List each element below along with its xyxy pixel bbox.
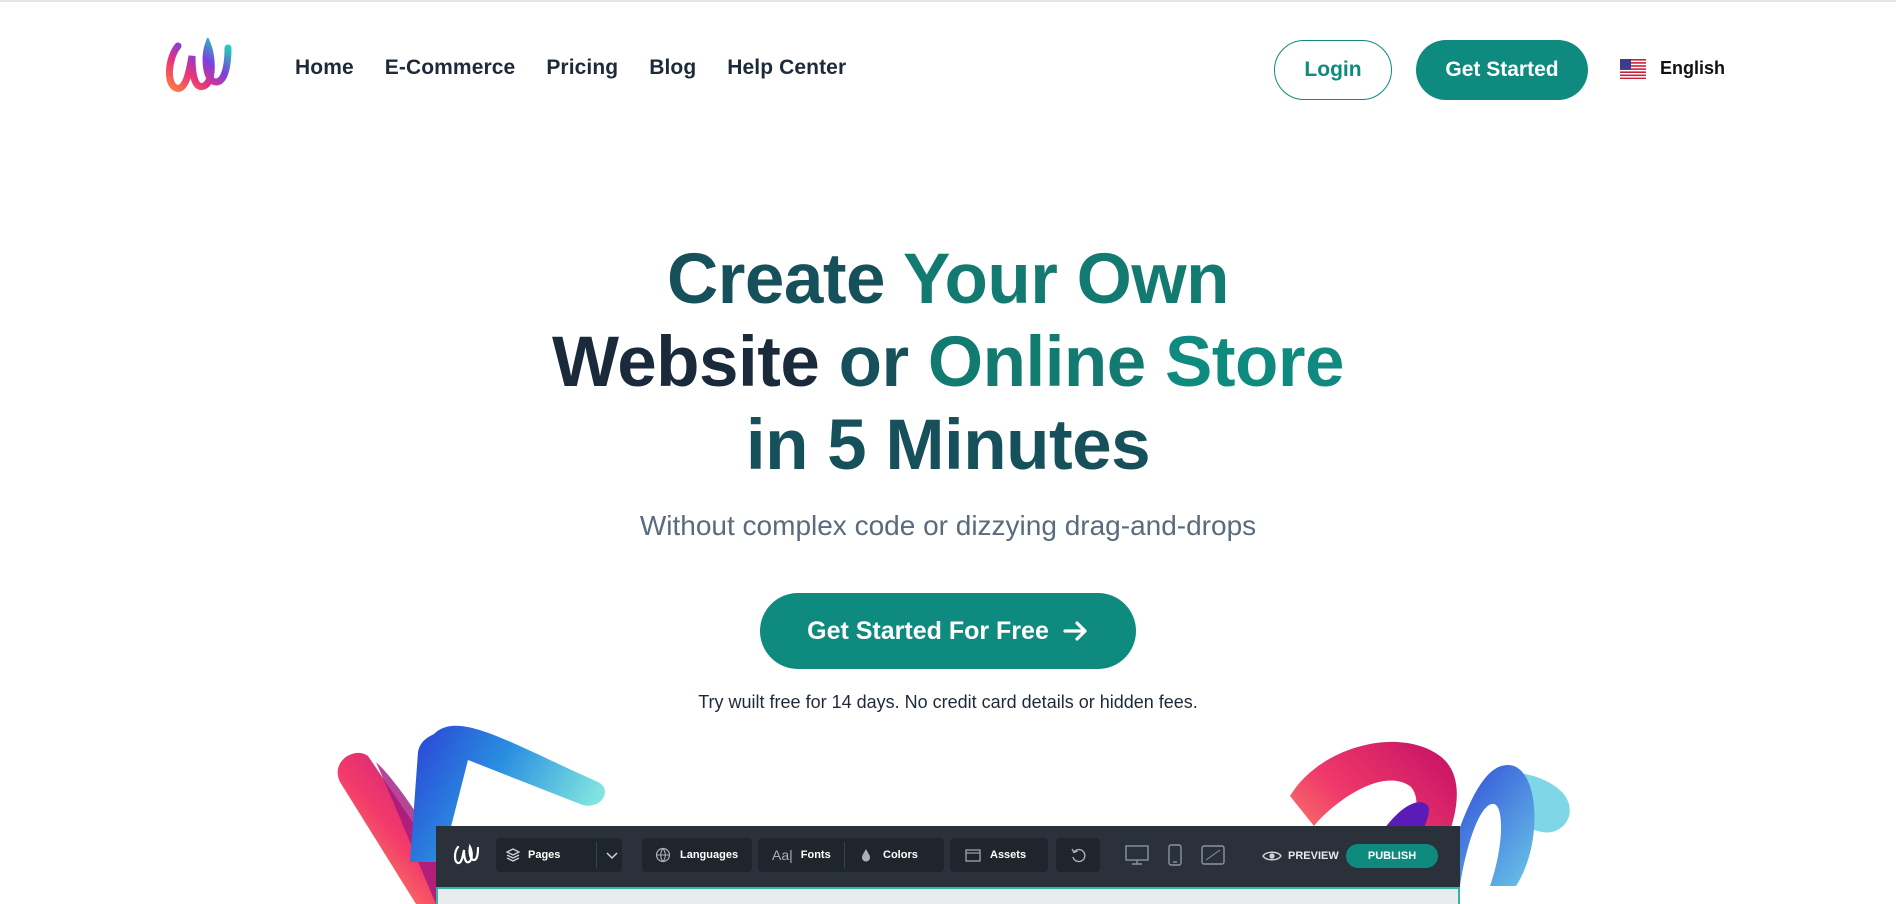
assets-label: Assets xyxy=(990,849,1027,861)
colors-label: Colors xyxy=(883,849,918,861)
get-started-free-button[interactable]: Get Started For Free xyxy=(760,593,1136,669)
logo-w-icon xyxy=(166,35,232,92)
preview-button[interactable]: PREVIEW xyxy=(1262,844,1339,868)
trial-note: Try wuilt free for 14 days. No credit ca… xyxy=(698,692,1198,712)
hero-title-word: Website xyxy=(551,323,820,402)
folder-icon xyxy=(965,849,981,862)
arrow-right-icon xyxy=(1063,621,1087,641)
login-button[interactable]: Login xyxy=(1274,40,1392,100)
tablet-icon[interactable] xyxy=(1200,843,1226,867)
language-selector[interactable]: English xyxy=(1620,58,1725,79)
fonts-button[interactable]: Aa| Fonts xyxy=(758,838,844,872)
pages-label: Pages xyxy=(528,849,561,861)
hero-subtitle: Without complex code or dizzying drag-an… xyxy=(639,510,1257,541)
site-header: Home E-Commerce Pricing Blog Help Center… xyxy=(0,0,1896,140)
pages-dropdown[interactable]: Pages xyxy=(496,838,622,872)
editor-logo[interactable] xyxy=(448,838,484,872)
style-buttons: Aa| Fonts Colors xyxy=(758,838,944,872)
eye-icon xyxy=(1262,851,1282,861)
hero-title-word: or xyxy=(838,323,910,402)
language-label: English xyxy=(1660,58,1726,78)
hero-title-word: Create xyxy=(667,240,886,319)
languages-label: Languages xyxy=(680,849,739,861)
menu-item-blog[interactable]: Blog xyxy=(649,56,696,80)
menu-item-home[interactable]: Home xyxy=(295,56,354,80)
mobile-icon[interactable] xyxy=(1166,843,1184,867)
globe-icon xyxy=(655,847,671,863)
assets-button[interactable]: Assets xyxy=(950,838,1048,872)
logo-w-icon xyxy=(453,844,479,865)
colors-button[interactable]: Colors xyxy=(845,838,918,872)
undo-icon xyxy=(1071,848,1086,863)
main-menu: Home E-Commerce Pricing Blog Help Center xyxy=(295,56,846,80)
logo[interactable] xyxy=(164,35,232,96)
layers-icon xyxy=(505,848,521,862)
hero-title-word: Online xyxy=(927,323,1146,402)
hero-title-word: Your xyxy=(902,240,1058,319)
fonts-icon: Aa| xyxy=(772,847,793,863)
droplet-icon xyxy=(862,849,870,862)
menu-item-pricing[interactable]: Pricing xyxy=(546,56,618,80)
preview-label: PREVIEW xyxy=(1288,850,1339,862)
get-started-button[interactable]: Get Started xyxy=(1416,40,1588,100)
chevron-down-icon xyxy=(606,852,618,860)
us-flag-icon xyxy=(1620,58,1646,79)
hero-title-word: Store xyxy=(1165,323,1345,402)
menu-item-help-center[interactable]: Help Center xyxy=(727,56,846,80)
hero-title: Create Your Own Website or Online Store … xyxy=(0,238,1896,487)
menu-item-ecommerce[interactable]: E-Commerce xyxy=(385,56,516,80)
publish-button[interactable]: PUBLISH xyxy=(1346,844,1438,868)
languages-button[interactable]: Languages xyxy=(642,838,752,872)
editor-toolbar: Pages Languages Aa| Fonts Colors Assets … xyxy=(436,826,1460,904)
hero-title-word: Own xyxy=(1076,240,1230,319)
fonts-label: Fonts xyxy=(800,849,831,861)
editor-canvas xyxy=(436,887,1460,904)
cta-label: Get Started For Free xyxy=(807,616,1049,645)
desktop-icon[interactable] xyxy=(1124,843,1150,867)
device-switcher xyxy=(1124,838,1226,872)
undo-button[interactable] xyxy=(1056,838,1100,872)
hero-title-word: in 5 Minutes xyxy=(745,406,1151,485)
